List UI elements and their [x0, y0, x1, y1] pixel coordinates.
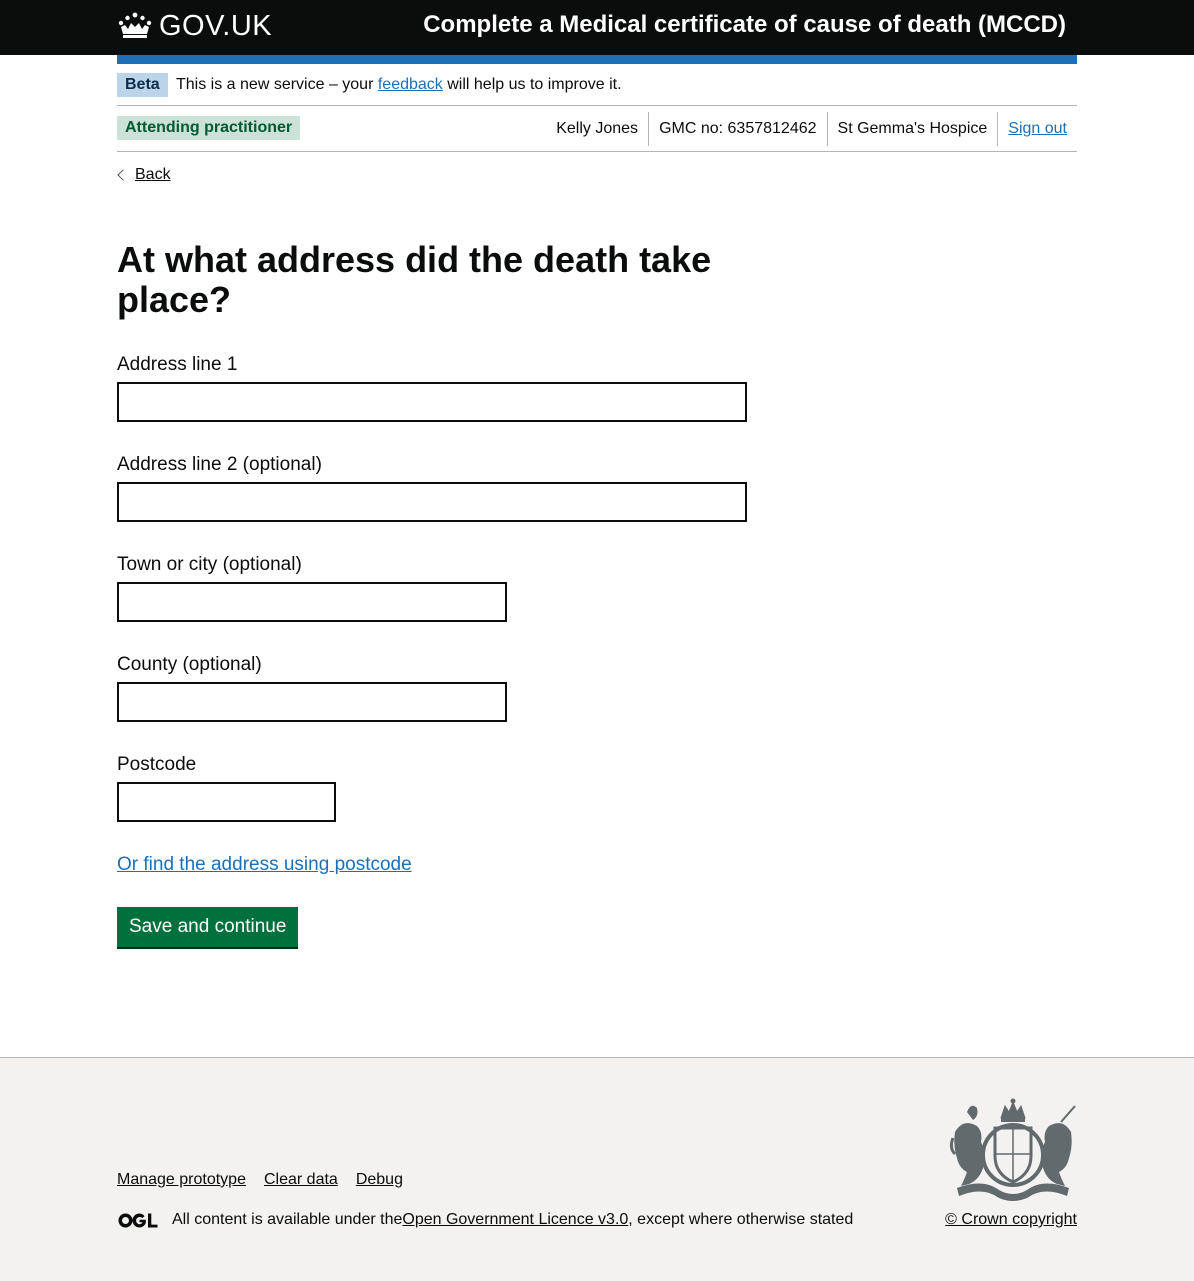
role-tag: Attending practitioner — [117, 116, 301, 140]
county-input[interactable] — [117, 682, 507, 722]
user-details: Kelly Jones GMC no: 6357812462 St Gemma'… — [546, 112, 1077, 146]
save-and-continue-button[interactable]: Save and continue — [117, 907, 299, 947]
town-label: Town or city (optional) — [117, 554, 302, 575]
clear-data-link[interactable]: Clear data — [264, 1170, 338, 1190]
chevron-left-icon — [117, 169, 129, 181]
logo-text: GOV.UK — [159, 9, 273, 42]
gmc-number: GMC no: 6357812462 — [648, 112, 826, 146]
address-line-1-input[interactable] — [117, 382, 747, 422]
back-link[interactable]: Back — [117, 166, 171, 184]
footer-links: Manage prototype Clear data Debug — [117, 1170, 403, 1190]
manage-prototype-link[interactable]: Manage prototype — [117, 1170, 246, 1190]
page-title: At what address did the death take place… — [117, 239, 712, 320]
find-address-by-postcode-link[interactable]: Or find the address using postcode — [117, 852, 412, 877]
header-container: GOV.UK Complete a Medical certificate of… — [117, 0, 1077, 55]
royal-coat-of-arms-icon — [949, 1098, 1077, 1207]
licence-text-after: , except where otherwise stated — [628, 1211, 854, 1228]
sign-out-item: Sign out — [997, 112, 1077, 146]
govuk-logo-link[interactable]: GOV.UK — [117, 8, 272, 44]
phase-banner: Beta This is a new service – your feedba… — [117, 64, 1077, 106]
crown-copyright-link[interactable]: © Crown copyright — [945, 1210, 1077, 1230]
postcode-input[interactable] — [117, 782, 336, 822]
address-line-2-label: Address line 2 (optional) — [117, 454, 322, 475]
licence-statement: All content is available under the Open … — [117, 1210, 853, 1230]
postcode-label: Postcode — [117, 754, 197, 775]
user-name: Kelly Jones — [556, 120, 639, 137]
open-government-licence-link[interactable]: Open Government Licence v3.0 — [402, 1210, 628, 1230]
organisation-name: St Gemma's Hospice — [826, 112, 998, 146]
header-blue-bar — [117, 55, 1077, 64]
back-link-container: Back — [117, 166, 1077, 188]
county-label: County (optional) — [117, 654, 262, 675]
sign-out-link[interactable]: Sign out — [1008, 120, 1067, 137]
address-line-1-label: Address line 1 — [117, 354, 238, 375]
debug-link[interactable]: Debug — [356, 1170, 403, 1190]
site-header: GOV.UK Complete a Medical certificate of… — [0, 0, 1194, 55]
site-footer: Manage prototype Clear data Debug All co… — [0, 1057, 1194, 1281]
phase-text-after: will help us to improve it. — [442, 76, 622, 93]
phase-banner-text: This is a new service – your feedback wi… — [176, 75, 622, 95]
back-link-label: Back — [135, 166, 171, 183]
town-input[interactable] — [117, 582, 507, 622]
beta-tag: Beta — [117, 73, 168, 97]
service-name-link[interactable]: Complete a Medical certificate of cause … — [423, 10, 1066, 40]
phase-text-before: This is a new service – your — [176, 76, 378, 93]
feedback-link[interactable]: feedback — [378, 76, 443, 93]
footer-container: Manage prototype Clear data Debug All co… — [117, 1058, 1077, 1281]
user-bar: Attending practitioner Kelly Jones GMC n… — [117, 106, 1077, 152]
address-line-2-input[interactable] — [117, 482, 747, 522]
crown-icon — [117, 11, 153, 41]
ogl-logo-icon — [118, 1213, 158, 1227]
licence-text-before: All content is available under the — [172, 1211, 403, 1228]
